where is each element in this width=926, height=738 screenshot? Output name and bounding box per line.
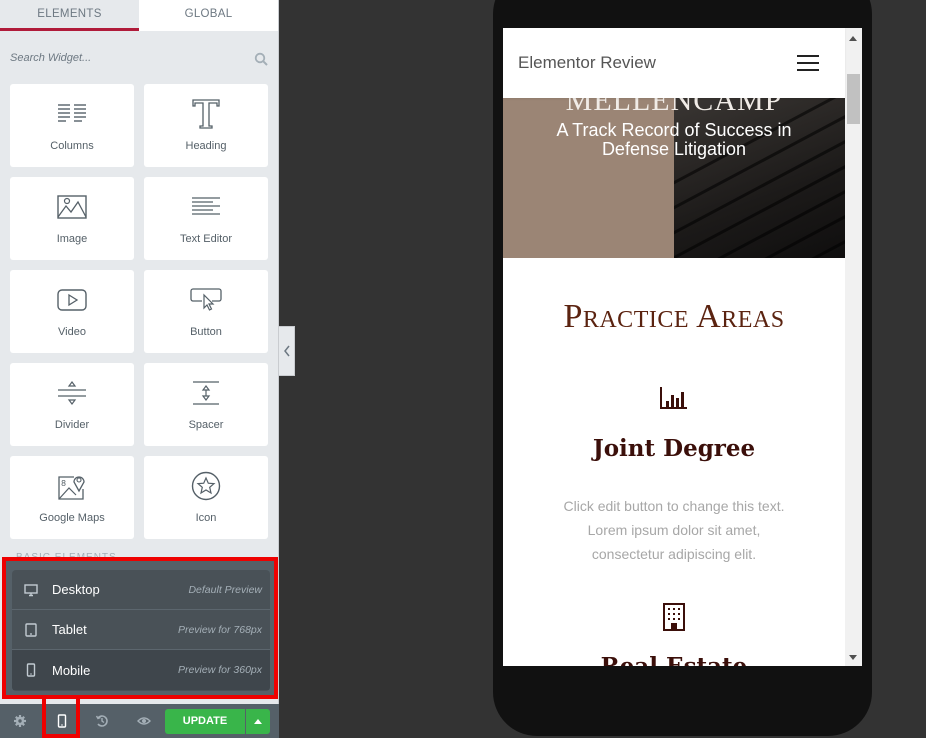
widget-label: Text Editor <box>180 233 232 245</box>
update-button[interactable]: UPDATE <box>165 709 245 734</box>
hero-section: MELLENCAMP A Track Record of Success in … <box>503 98 845 258</box>
search-bar <box>0 31 278 85</box>
hero-name: MELLENCAMP <box>565 98 783 117</box>
widget-icon[interactable]: Icon <box>144 456 268 539</box>
site-header: Elementor Review <box>503 28 845 98</box>
scroll-up-arrow-icon[interactable] <box>849 36 857 41</box>
responsive-desc: Default Preview <box>188 583 262 596</box>
responsive-label: Mobile <box>52 662 91 678</box>
google-maps-icon: 8 <box>54 470 90 502</box>
responsive-label: Desktop <box>52 582 100 597</box>
hero-subtitle: A Track Record of Success in Defense Lit… <box>556 120 792 159</box>
widget-button[interactable]: Button <box>144 270 268 353</box>
tablet-icon <box>25 622 37 637</box>
practice-area-text: Click edit button to change this text. L… <box>563 498 785 562</box>
section-title: Practice Areas <box>563 298 785 335</box>
bar-chart-icon <box>660 387 687 409</box>
heading-icon <box>188 98 224 130</box>
widget-grid: Columns Heading Image Text Editor Video … <box>10 84 270 539</box>
tab-global[interactable]: GLOBAL <box>139 0 278 31</box>
tab-elements[interactable]: ELEMENTS <box>0 0 139 31</box>
practice-area-title: Real Estate <box>503 653 845 666</box>
history-icon <box>95 715 108 727</box>
chevron-left-icon <box>283 345 290 357</box>
responsive-mobile[interactable]: Mobile Preview for 360px <box>12 650 270 690</box>
responsive-tablet[interactable]: Tablet Preview for 768px <box>12 610 270 650</box>
practice-area-title: Joint Degree <box>592 435 756 462</box>
scroll-down-arrow-icon[interactable] <box>849 655 857 660</box>
settings-button[interactable] <box>0 704 40 738</box>
preview-screen: Elementor Review MELLENCAMP A Track Reco… <box>503 28 862 666</box>
responsive-desktop[interactable]: Desktop Default Preview <box>12 570 270 610</box>
caret-up-icon <box>254 719 262 724</box>
widget-google-maps[interactable]: 8 Google Maps <box>10 456 134 539</box>
divider-icon <box>54 377 90 409</box>
button-icon <box>188 284 224 316</box>
star-icon <box>188 470 224 502</box>
responsive-mode-menu: Desktop Default Preview Tablet Preview f… <box>12 570 270 691</box>
preview-scrollbar[interactable] <box>845 28 862 666</box>
responsive-desc: Preview for 360px <box>177 664 262 676</box>
widget-heading[interactable]: Heading <box>144 84 268 167</box>
mobile-icon <box>26 663 36 677</box>
image-icon <box>54 191 90 223</box>
spacer-icon <box>188 377 224 409</box>
preview-button[interactable] <box>124 704 164 738</box>
widget-label: Heading <box>185 140 227 152</box>
desktop-icon <box>24 583 38 596</box>
widget-label: Button <box>190 326 222 338</box>
responsive-mode-highlight: Desktop Default Preview Tablet Preview f… <box>2 557 278 699</box>
scrollbar-thumb[interactable] <box>847 74 860 124</box>
widget-label: Video <box>58 326 86 338</box>
panel-tabs: ELEMENTS GLOBAL <box>0 0 278 31</box>
widget-columns[interactable]: Columns <box>10 84 134 167</box>
history-button[interactable] <box>82 704 122 738</box>
search-widget-input[interactable] <box>10 44 250 72</box>
widget-label: Google Maps <box>39 512 105 524</box>
eye-icon <box>137 717 151 725</box>
building-icon <box>663 603 685 631</box>
video-icon <box>54 284 90 316</box>
search-icon[interactable] <box>254 52 268 66</box>
widget-label: Icon <box>195 512 217 524</box>
site-title[interactable]: Elementor Review <box>518 53 656 73</box>
collapse-panel-button[interactable] <box>279 326 295 376</box>
widget-label: Divider <box>54 419 90 431</box>
responsive-label: Tablet <box>52 622 87 637</box>
hamburger-menu-icon[interactable] <box>797 55 819 71</box>
svg-text:8: 8 <box>61 479 66 488</box>
text-editor-icon <box>188 191 224 223</box>
widget-divider[interactable]: Divider <box>10 363 134 446</box>
widget-video[interactable]: Video <box>10 270 134 353</box>
columns-icon <box>54 98 90 130</box>
widget-label: Image <box>56 233 88 245</box>
responsive-desc: Preview for 768px <box>177 623 262 636</box>
widget-image[interactable]: Image <box>10 177 134 260</box>
gear-icon <box>14 715 26 727</box>
widget-label: Spacer <box>188 419 224 431</box>
widget-text-editor[interactable]: Text Editor <box>144 177 268 260</box>
save-options-button[interactable] <box>246 709 270 734</box>
widget-spacer[interactable]: Spacer <box>144 363 268 446</box>
responsive-button-highlight <box>42 695 80 738</box>
widget-label: Columns <box>50 140 94 152</box>
